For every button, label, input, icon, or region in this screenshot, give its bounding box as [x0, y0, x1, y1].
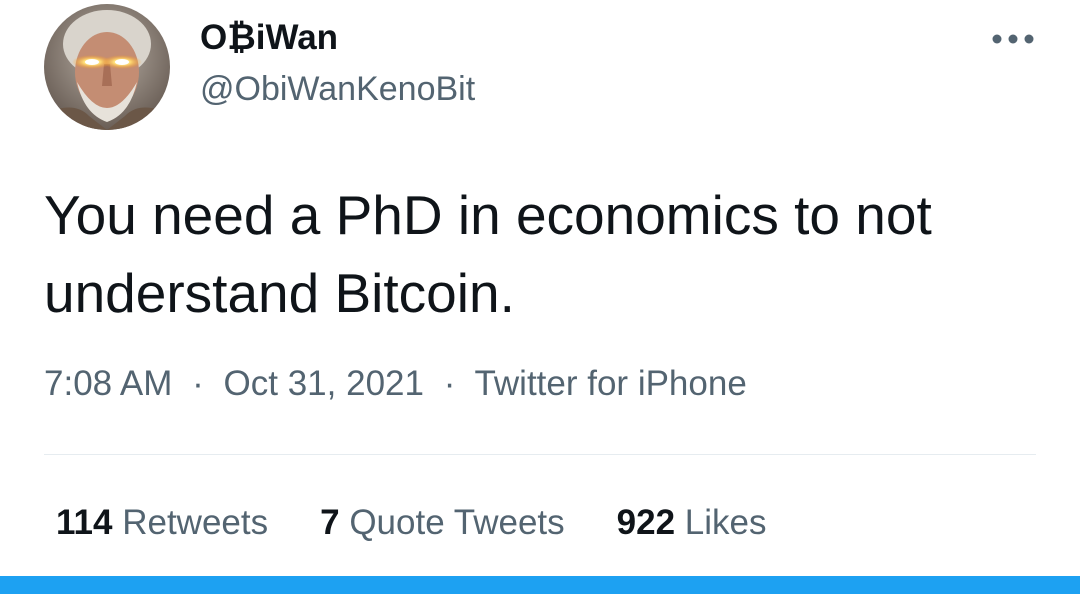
retweets-stat[interactable]: 114 Retweets: [56, 503, 268, 543]
likes-count: 922: [616, 503, 676, 542]
retweets-count: 114: [56, 503, 113, 542]
tweet-text: You need a PhD in economics to not under…: [44, 184, 932, 324]
likes-label: Likes: [684, 503, 767, 542]
tweet-time[interactable]: 7:08 AM: [44, 364, 172, 403]
tweet-metadata: 7:08 AM · Oct 31, 2021 · Twitter for iPh…: [44, 364, 747, 404]
quote-tweets-stat[interactable]: 7 Quote Tweets: [320, 503, 565, 543]
separator-dot: ·: [192, 364, 204, 403]
tweet-date[interactable]: Oct 31, 2021: [224, 364, 424, 403]
tweet-source-link[interactable]: Twitter for iPhone: [474, 364, 746, 403]
quote-tweets-count: 7: [320, 503, 340, 542]
bottom-accent-bar: [0, 576, 1080, 594]
avatar-image: [44, 4, 170, 130]
divider: [44, 454, 1036, 455]
more-horizontal-icon[interactable]: [988, 24, 1038, 54]
likes-stat[interactable]: 922 Likes: [617, 503, 767, 543]
tweet-card: O₿iWan @ObiWanKenoBit You need a PhD in …: [0, 0, 1080, 594]
author-display-name[interactable]: O₿iWan: [200, 18, 338, 58]
avatar[interactable]: [44, 4, 170, 130]
engagement-stats: 114 Retweets 7 Quote Tweets 922 Likes: [56, 503, 767, 543]
retweets-label: Retweets: [122, 503, 269, 542]
quote-tweets-label: Quote Tweets: [349, 503, 565, 542]
separator-dot: ·: [443, 364, 456, 403]
author-handle[interactable]: @ObiWanKenoBit: [200, 70, 475, 109]
